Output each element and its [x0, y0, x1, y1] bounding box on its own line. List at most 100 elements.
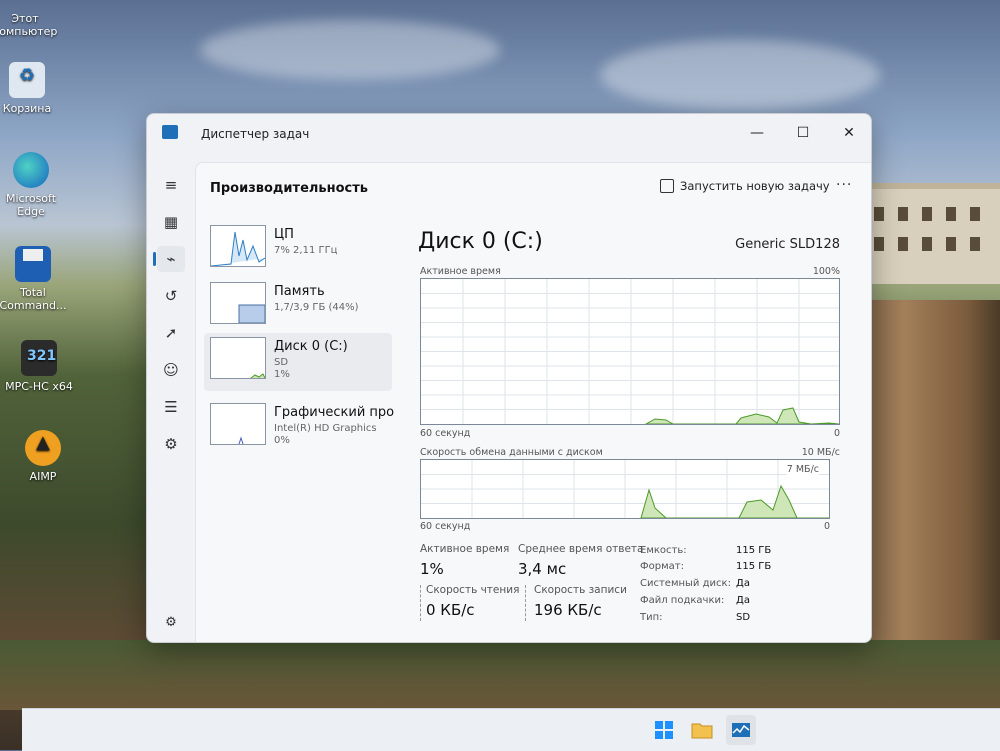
- disk-detail: Диск 0 (C:) Generic SLD128 Активное врем…: [418, 229, 848, 642]
- settings-icon[interactable]: ⚙: [157, 609, 185, 635]
- building: [862, 183, 1000, 284]
- active-time-value: 1%: [420, 560, 444, 578]
- desktop-icon-label: AIMP: [29, 470, 57, 483]
- recycle-bin-icon: ♻: [9, 62, 45, 98]
- device-name: Графический про: [274, 405, 395, 420]
- prop-key: Файл подкачки:: [640, 595, 725, 606]
- floppy-icon: [15, 246, 51, 282]
- folder-icon: [691, 723, 713, 739]
- device-name: Память: [274, 284, 325, 299]
- title-bar[interactable]: Диспетчер задач — ☐ ✕: [147, 114, 871, 154]
- graph1-max: 100%: [812, 266, 840, 277]
- prop-key: Емкость:: [640, 545, 687, 556]
- valley: [0, 640, 1000, 710]
- disk-model: Generic SLD128: [735, 237, 840, 252]
- read-speed-label: Скорость чтения: [426, 584, 520, 596]
- prop-value: Да: [736, 595, 750, 606]
- page-title: Производительность: [210, 181, 369, 196]
- desktop-icon-label: MPC-HC x64: [5, 380, 73, 393]
- disk-thumbnail: [210, 337, 266, 379]
- nav-rail: ≡ ▦ ⌁ ↺ ➚ ☺ ☰ ⚙ ⚙: [147, 154, 195, 642]
- desktop-icon-edge[interactable]: Microsoft Edge: [0, 152, 66, 218]
- desktop-icon-label: Корзина: [2, 102, 52, 115]
- graph2-label: Скорость обмена данными с диском: [420, 447, 603, 458]
- task-manager-window: Диспетчер задач — ☐ ✕ ≡ ▦ ⌁ ↺ ➚ ☺ ☰ ⚙ ⚙ …: [146, 113, 872, 643]
- prop-key: Формат:: [640, 561, 684, 572]
- gpu-thumbnail: [210, 403, 266, 445]
- start-button[interactable]: [649, 715, 679, 745]
- processes-icon[interactable]: ▦: [157, 209, 185, 235]
- desktop-icon-total-commander[interactable]: Total Command...: [0, 246, 68, 312]
- new-task-icon: [660, 179, 674, 193]
- close-button[interactable]: ✕: [829, 120, 869, 146]
- desktop-icon-label: Total Command...: [0, 286, 67, 312]
- desktop-icon-recycle-bin[interactable]: ♻ Корзина: [0, 62, 62, 115]
- device-sub: 1,7/3,9 ГБ (44%): [274, 302, 359, 313]
- device-sub: Intel(R) HD Graphics: [274, 423, 377, 434]
- windows-icon: [655, 721, 673, 739]
- device-name: Диск 0 (C:): [274, 339, 348, 354]
- task-manager-taskbar-button[interactable]: [726, 715, 756, 745]
- performance-pane: Производительность Запустить новую задач…: [195, 162, 871, 642]
- device-item-disk0[interactable]: Диск 0 (C:) SD 1%: [204, 333, 392, 391]
- cloud: [600, 40, 880, 110]
- device-name: ЦП: [274, 227, 294, 242]
- task-manager-icon: [162, 125, 178, 139]
- app-history-icon[interactable]: ↺: [157, 283, 185, 309]
- desktop-icon-label: Microsoft Edge: [5, 192, 57, 218]
- performance-icon[interactable]: ⌁: [153, 246, 185, 272]
- desktop-icon-this-pc[interactable]: Этот компьютер: [0, 12, 60, 38]
- desktop-icon-aimp[interactable]: ▲ AIMP: [8, 430, 78, 483]
- maximize-button[interactable]: ☐: [783, 120, 823, 146]
- active-time-label: Активное время: [420, 543, 510, 555]
- prop-value: SD: [736, 612, 751, 623]
- services-icon[interactable]: ⚙: [157, 431, 185, 457]
- minimize-button[interactable]: —: [737, 120, 777, 146]
- device-usage: 0%: [274, 435, 290, 446]
- transfer-rate-graph: 7 МБ/с: [420, 459, 830, 519]
- divider: [525, 585, 526, 621]
- device-sub: 7% 2,11 ГГц: [274, 245, 338, 256]
- window-title: Диспетчер задач: [201, 127, 310, 141]
- prop-key: Тип:: [640, 612, 663, 623]
- active-time-graph: [420, 278, 840, 425]
- graph2-xmin: 0: [823, 521, 830, 532]
- device-item-cpu[interactable]: ЦП 7% 2,11 ГГц: [204, 221, 392, 279]
- details-icon[interactable]: ☰: [157, 394, 185, 420]
- device-item-memory[interactable]: Память 1,7/3,9 ГБ (44%): [204, 278, 392, 336]
- desktop-icon-label: Этот компьютер: [0, 12, 58, 38]
- prop-value: 115 ГБ: [736, 561, 772, 572]
- menu-icon[interactable]: ≡: [157, 172, 185, 198]
- graph1-xlabel: 60 секунд: [420, 428, 471, 439]
- graph2-max: 10 МБ/с: [801, 447, 840, 458]
- file-explorer-button[interactable]: [687, 715, 717, 745]
- aimp-icon: ▲: [25, 430, 61, 466]
- run-new-task-button[interactable]: Запустить новую задачу: [660, 179, 830, 193]
- write-speed-label: Скорость записи: [534, 584, 627, 596]
- prop-key: Системный диск:: [640, 578, 731, 589]
- device-usage: 1%: [274, 369, 290, 380]
- graph1-label: Активное время: [420, 266, 501, 277]
- desktop-icon-mpc-hc[interactable]: 321 MPC-HC x64: [4, 340, 74, 393]
- cloud: [200, 20, 500, 80]
- graph2-xlabel: 60 секунд: [420, 521, 471, 532]
- graph1-xmin: 0: [833, 428, 840, 439]
- graph2-inner-max: 7 МБ/с: [786, 464, 819, 475]
- prop-value: Да: [736, 578, 750, 589]
- users-icon[interactable]: ☺: [157, 357, 185, 383]
- memory-thumbnail: [210, 282, 266, 324]
- clapperboard-icon: 321: [21, 340, 57, 376]
- device-item-gpu[interactable]: Графический про Intel(R) HD Graphics 0%: [204, 399, 395, 457]
- edge-icon: [13, 152, 49, 188]
- more-options-button[interactable]: ···: [836, 177, 852, 193]
- prop-value: 115 ГБ: [736, 545, 772, 556]
- disk-title: Диск 0 (C:): [418, 229, 543, 254]
- run-new-task-label: Запустить новую задачу: [680, 179, 830, 193]
- divider: [420, 585, 421, 621]
- avg-response-value: 3,4 мс: [518, 560, 567, 578]
- task-manager-icon: [732, 723, 750, 737]
- avg-response-label: Среднее время ответа: [518, 543, 644, 555]
- startup-icon[interactable]: ➚: [157, 320, 185, 346]
- read-speed-value: 0 КБ/с: [426, 601, 475, 619]
- taskbar: [22, 708, 1000, 751]
